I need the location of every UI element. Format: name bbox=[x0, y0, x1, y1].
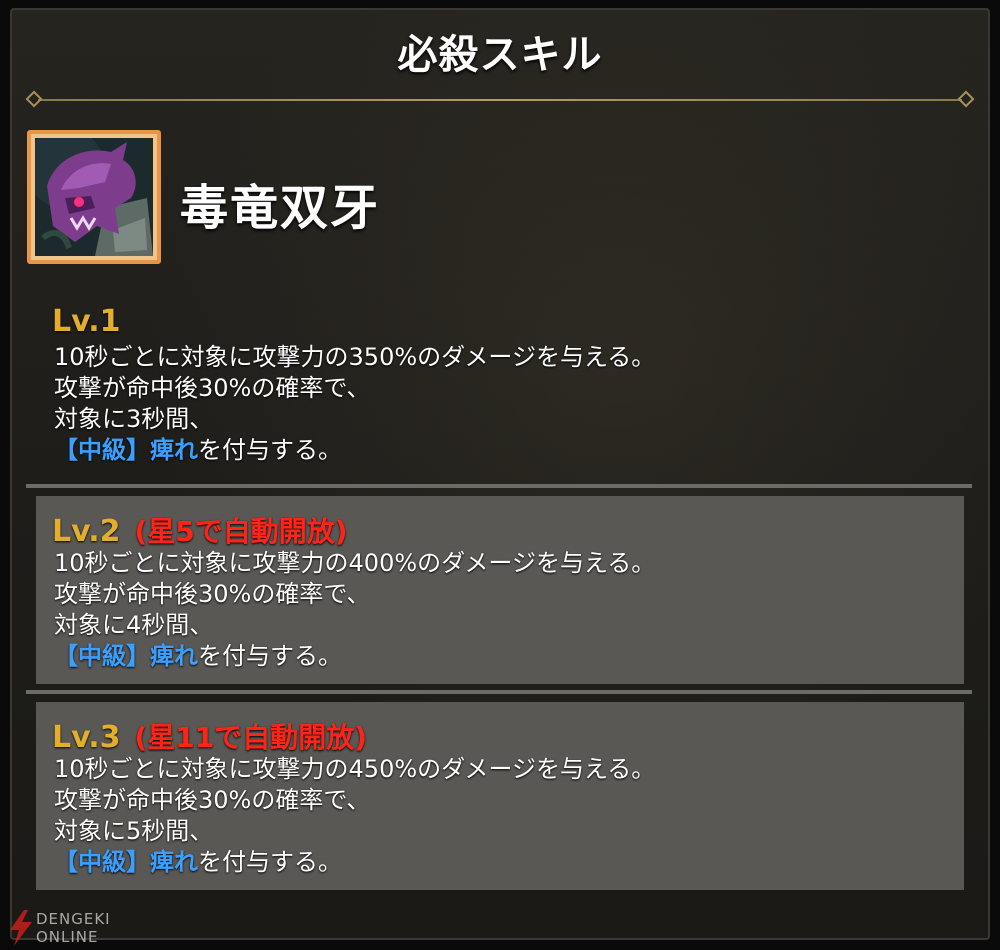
effect-suffix: を付与する。 bbox=[198, 848, 342, 876]
effect-grade: 【中級】 bbox=[54, 848, 150, 876]
description-line: 10秒ごとに対象に攻撃力の400%のダメージを与える。 bbox=[54, 549, 656, 577]
unlock-condition: (星5で自動開放) bbox=[134, 515, 348, 548]
effect-line: 【中級】痺れを付与する。 bbox=[54, 847, 655, 878]
effect-grade: 【中級】 bbox=[54, 642, 150, 670]
level-separator bbox=[26, 690, 972, 694]
level-2-description: 10秒ごとに対象に攻撃力の400%のダメージを与える。 攻撃が命中後30%の確率… bbox=[54, 548, 655, 672]
watermark-text: DENGEKI bbox=[36, 910, 111, 928]
divider-line bbox=[38, 99, 962, 101]
level-separator bbox=[26, 484, 972, 488]
level-label: Lv.3 bbox=[52, 720, 121, 755]
divider-ornament-right bbox=[957, 90, 975, 108]
level-2-block: Lv.2 (星5で自動開放) 10秒ごとに対象に攻撃力の400%のダメージを与える… bbox=[36, 496, 964, 684]
description-line: 攻撃が命中後30%の確率で、 bbox=[54, 786, 371, 814]
level-1-block: Lv.1 10秒ごとに対象に攻撃力の350%のダメージを与える。 攻撃が命中後3… bbox=[36, 300, 964, 470]
description-line: 攻撃が命中後30%の確率で、 bbox=[54, 374, 371, 402]
level-3-header: Lv.3 (星11で自動開放) bbox=[52, 716, 367, 756]
effect-suffix: を付与する。 bbox=[198, 436, 342, 464]
effect-name: 痺れ bbox=[150, 436, 198, 464]
effect-name: 痺れ bbox=[150, 848, 198, 876]
effect-line: 【中級】痺れを付与する。 bbox=[54, 435, 655, 466]
watermark-text: ONLINE bbox=[36, 928, 99, 946]
unlock-condition: (星11で自動開放) bbox=[134, 721, 368, 754]
lightning-bolt-icon bbox=[10, 910, 32, 946]
level-1-description: 10秒ごとに対象に攻撃力の350%のダメージを与える。 攻撃が命中後30%の確率… bbox=[54, 342, 655, 466]
effect-grade: 【中級】 bbox=[54, 436, 150, 464]
effect-name: 痺れ bbox=[150, 642, 198, 670]
effect-line: 【中級】痺れを付与する。 bbox=[54, 641, 655, 672]
level-1-header: Lv.1 bbox=[52, 304, 121, 339]
description-line: 攻撃が命中後30%の確率で、 bbox=[54, 580, 371, 608]
title-divider bbox=[25, 90, 975, 110]
description-line: 対象に3秒間、 bbox=[54, 405, 214, 433]
level-2-header: Lv.2 (星5で自動開放) bbox=[52, 510, 348, 550]
level-label: Lv.1 bbox=[52, 304, 121, 339]
divider-ornament-left bbox=[25, 90, 43, 108]
description-line: 対象に5秒間、 bbox=[54, 817, 214, 845]
level-3-block: Lv.3 (星11で自動開放) 10秒ごとに対象に攻撃力の450%のダメージを与え… bbox=[36, 702, 964, 890]
description-line: 10秒ごとに対象に攻撃力の350%のダメージを与える。 bbox=[54, 343, 656, 371]
poison-dragon-icon bbox=[27, 130, 161, 264]
watermark-logo: DENGEKI ONLINE bbox=[6, 908, 126, 948]
page-title: 必殺スキル bbox=[397, 32, 603, 78]
effect-suffix: を付与する。 bbox=[198, 642, 342, 670]
level-label: Lv.2 bbox=[52, 514, 121, 549]
level-3-description: 10秒ごとに対象に攻撃力の450%のダメージを与える。 攻撃が命中後30%の確率… bbox=[54, 754, 655, 878]
skill-name: 毒竜双牙 bbox=[180, 180, 381, 236]
description-line: 対象に4秒間、 bbox=[54, 611, 214, 639]
description-line: 10秒ごとに対象に攻撃力の450%のダメージを与える。 bbox=[54, 755, 656, 783]
